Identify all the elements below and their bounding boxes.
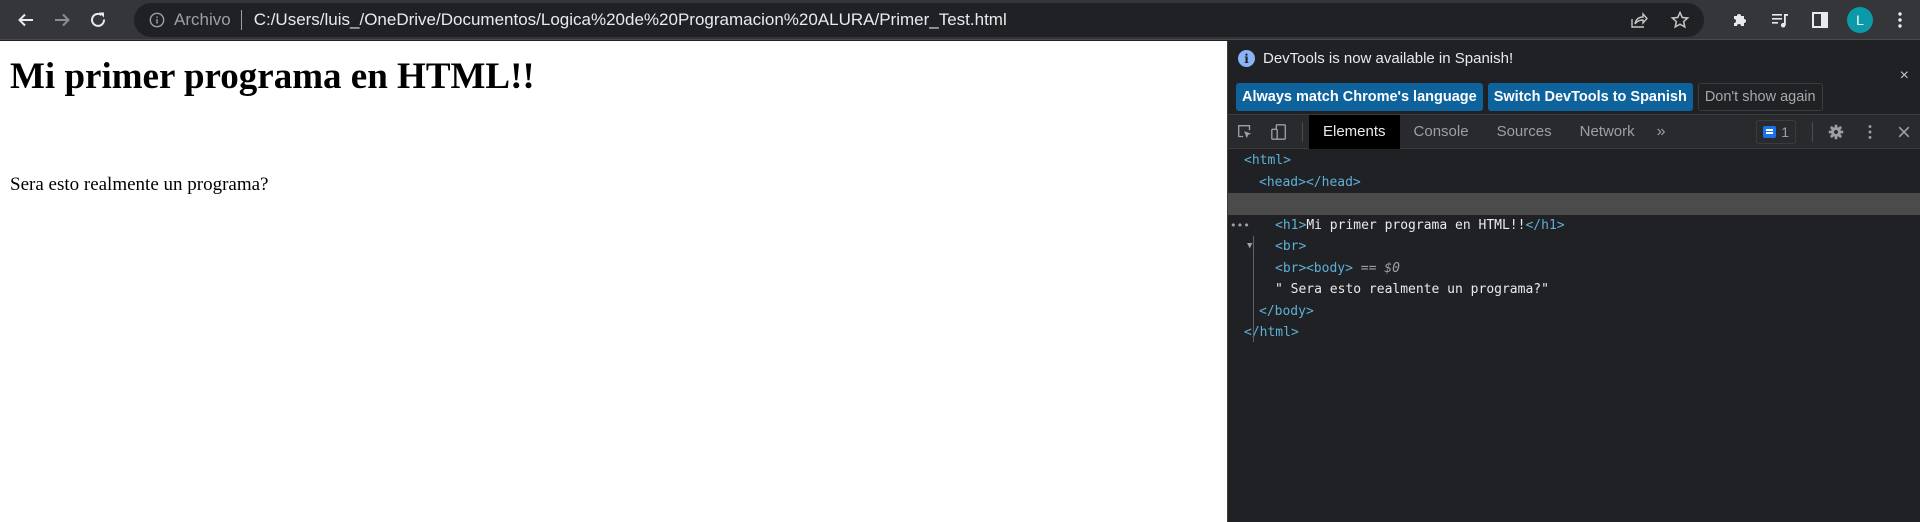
dom-node-br[interactable]: <br> [1228, 236, 1920, 258]
reload-icon [91, 12, 106, 27]
dom-node-html-close[interactable]: </html> [1228, 322, 1920, 344]
devtools-menu-icon[interactable] [1853, 115, 1887, 149]
dom-node-br[interactable]: <br> [1228, 258, 1920, 280]
toolbar-divider [1812, 122, 1813, 142]
tab-elements[interactable]: Elements [1309, 114, 1400, 149]
forward-arrow-icon [55, 13, 70, 26]
issues-message-icon [1763, 126, 1777, 138]
indent-guide [1253, 236, 1254, 342]
tab-console[interactable]: Console [1400, 115, 1483, 149]
settings-gear-icon[interactable] [1819, 115, 1853, 149]
back-arrow-icon [18, 13, 33, 26]
tab-network[interactable]: Network [1566, 115, 1649, 149]
tab-sources[interactable]: Sources [1483, 115, 1566, 149]
toolbar-divider [1302, 121, 1303, 142]
scheme-label: Archivo [174, 10, 231, 29]
back-button[interactable] [8, 2, 44, 38]
dom-node-body-selected[interactable]: ••• ▼ <body> == $0 [1228, 193, 1920, 276]
dom-node-h1[interactable]: <h1>Mi primer programa en HTML!!</h1> [1228, 215, 1920, 237]
page-paragraph: Sera esto realmente un programa? [10, 174, 269, 195]
match-chrome-language-button[interactable]: Always match Chrome's language [1236, 83, 1483, 111]
issues-counter-button[interactable]: 1 [1756, 120, 1796, 144]
url-text[interactable]: C:/Users/luis_/OneDrive/Documentos/Logic… [254, 10, 1007, 30]
kebab-menu-icon[interactable] [1880, 0, 1920, 40]
page-heading: Mi primer programa en HTML!! [10, 56, 535, 97]
extensions-puzzle-icon[interactable] [1720, 0, 1760, 40]
close-infobar-icon[interactable]: × [1900, 67, 1909, 85]
profile-avatar[interactable]: L [1840, 0, 1880, 40]
devtools-panel: i DevTools is now available in Spanish! … [1227, 41, 1920, 522]
avatar-initial: L [1847, 7, 1873, 33]
language-infobar: i DevTools is now available in Spanish! … [1228, 41, 1920, 115]
issues-count: 1 [1781, 124, 1789, 140]
more-tabs-icon[interactable]: » [1649, 123, 1674, 141]
dom-node-html[interactable]: <html> [1228, 150, 1920, 172]
side-panel-icon[interactable] [1800, 0, 1840, 40]
dom-text-node[interactable]: " Sera esto realmente un programa?" [1228, 279, 1920, 301]
browser-toolbar: Archivo C:/Users/luis_/OneDrive/Document… [0, 0, 1920, 40]
forward-button[interactable] [44, 2, 80, 38]
inspect-element-icon[interactable] [1228, 115, 1262, 149]
bookmark-star-icon[interactable] [1664, 4, 1696, 36]
reload-button[interactable] [80, 2, 116, 38]
dont-show-again-button[interactable]: Don't show again [1697, 83, 1823, 111]
infobar-message: DevTools is now available in Spanish! [1263, 50, 1514, 67]
device-toolbar-icon[interactable] [1262, 115, 1296, 149]
info-icon: i [1238, 50, 1255, 67]
close-devtools-icon[interactable] [1887, 115, 1920, 149]
media-queue-icon[interactable] [1760, 0, 1800, 40]
share-icon[interactable] [1622, 4, 1654, 36]
site-info-icon[interactable] [148, 11, 166, 29]
omnibox-divider [240, 10, 242, 30]
elements-dom-tree: <html> <head></head> ••• ▼ <body> == $0 … [1228, 150, 1920, 522]
address-bar[interactable]: Archivo C:/Users/luis_/OneDrive/Document… [134, 3, 1704, 37]
dom-node-head[interactable]: <head></head> [1228, 172, 1920, 194]
dom-node-body-close[interactable]: </body> [1228, 301, 1920, 323]
page-viewport: Mi primer programa en HTML!! Sera esto r… [0, 41, 1227, 522]
devtools-tabbar: Elements Console Sources Network » 1 [1228, 114, 1920, 149]
switch-to-spanish-button[interactable]: Switch DevTools to Spanish [1487, 83, 1693, 111]
